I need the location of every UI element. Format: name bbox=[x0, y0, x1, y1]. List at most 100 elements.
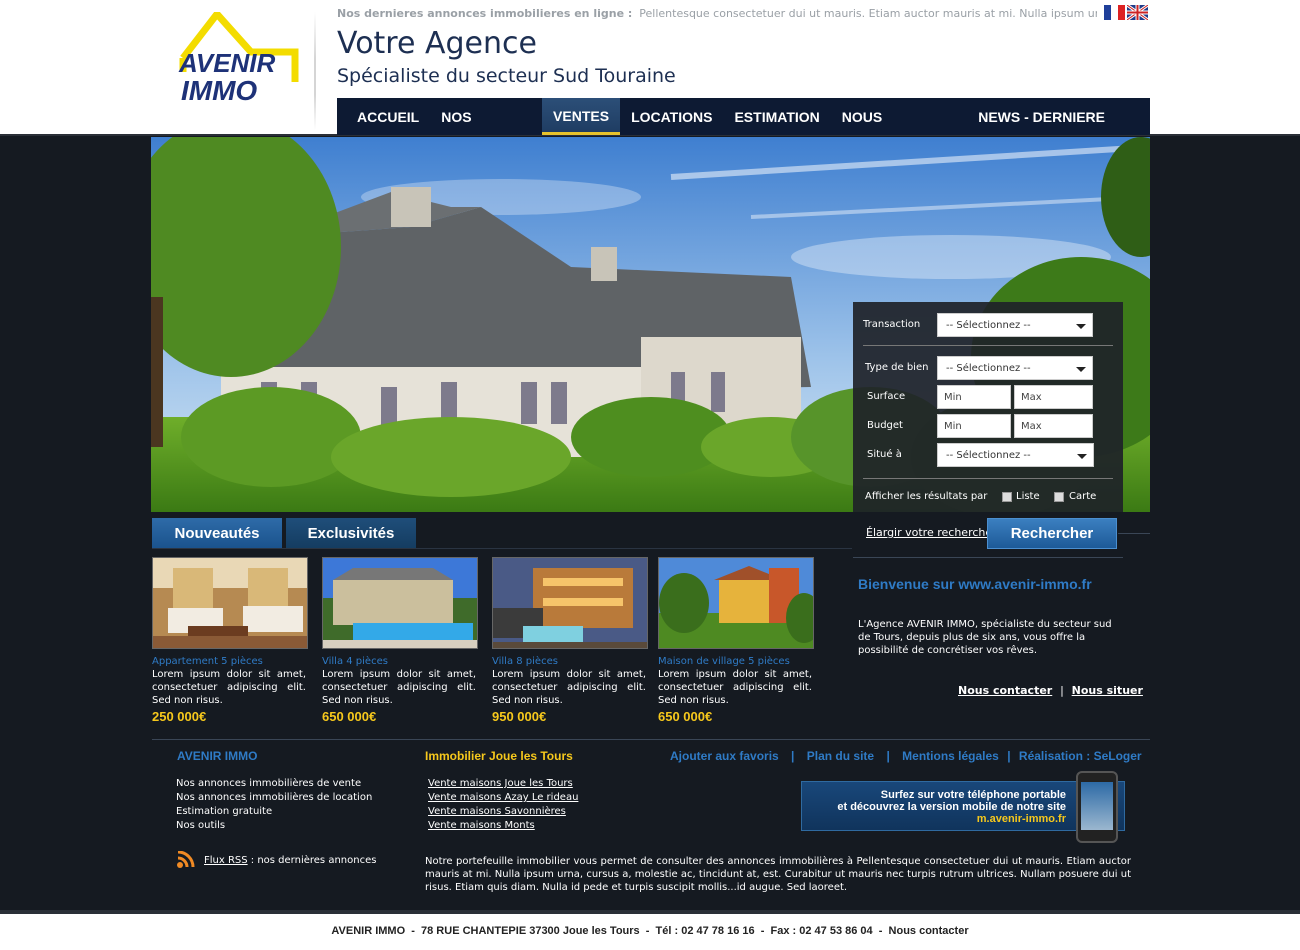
nav-nos-agences[interactable]: NOS AGENCES bbox=[430, 98, 542, 163]
listing-title[interactable]: Maison de village 5 pièces bbox=[658, 655, 818, 668]
property-type-select[interactable]: -- Sélectionnez -- bbox=[937, 356, 1093, 380]
footer-link[interactable]: Vente maisons Savonnières bbox=[428, 805, 578, 819]
chevron-down-icon bbox=[1077, 454, 1087, 459]
french-flag-icon[interactable] bbox=[1104, 5, 1125, 20]
link-separator: | bbox=[791, 749, 795, 763]
ticker-text[interactable]: Pellentesque consectetuer dui ut mauris.… bbox=[639, 7, 1097, 20]
list-checkbox[interactable] bbox=[1002, 492, 1012, 502]
nav-ventes[interactable]: VENTES bbox=[542, 98, 621, 135]
transaction-label: Transaction bbox=[863, 319, 921, 330]
mobile-phone-icon bbox=[1076, 771, 1118, 843]
mobile-banner-text: Surfez sur votre téléphone portable et d… bbox=[837, 789, 1066, 825]
sitemap-link[interactable]: Plan du site bbox=[807, 749, 874, 763]
listing-price: 650 000€ bbox=[322, 709, 377, 724]
footer-col1-list: Nos annonces immobilières de vente Nos a… bbox=[176, 777, 372, 833]
footer-link[interactable]: Nos annonces immobilières de vente bbox=[176, 777, 372, 791]
nav-accueil[interactable]: ACCUEIL bbox=[346, 98, 430, 135]
footer-link[interactable]: Vente maisons Azay Le rideau bbox=[428, 791, 578, 805]
link-separator: | bbox=[1060, 684, 1064, 697]
listing-title[interactable]: Villa 4 pièces bbox=[322, 655, 482, 668]
listing-description: Lorem ipsum dolor sit amet, consectetuer… bbox=[492, 669, 646, 706]
footer-link[interactable]: Nos outils bbox=[176, 819, 372, 833]
rss-description: : nos dernières annonces bbox=[247, 855, 377, 866]
language-switcher bbox=[1104, 3, 1150, 22]
list-option-label: Liste bbox=[1016, 491, 1040, 502]
footer-link[interactable]: Vente maisons Joue les Tours bbox=[428, 777, 578, 791]
search-divider bbox=[863, 478, 1113, 479]
footer-paragraph: Notre portefeuille immobilier vous perme… bbox=[425, 856, 1131, 893]
search-divider bbox=[863, 345, 1113, 346]
search-button[interactable]: Rechercher bbox=[987, 518, 1117, 549]
tab-exclusivites[interactable]: Exclusivités bbox=[286, 518, 416, 549]
tab-nouveautes[interactable]: Nouveautés bbox=[152, 518, 282, 549]
listing-card[interactable]: Villa 8 pièces Lorem ipsum dolor sit ame… bbox=[492, 557, 652, 724]
mobile-url[interactable]: m.avenir-immo.fr bbox=[837, 813, 1066, 825]
budget-min-input[interactable]: Min bbox=[937, 414, 1011, 438]
listing-price: 950 000€ bbox=[492, 709, 547, 724]
listing-price: 650 000€ bbox=[658, 709, 713, 724]
location-label: Situé à bbox=[867, 449, 902, 460]
listing-card[interactable]: Villa 4 pièces Lorem ipsum dolor sit ame… bbox=[322, 557, 482, 724]
contact-bar: AVENIR IMMO - 78 RUE CHANTEPIE 37300 Jou… bbox=[0, 914, 1300, 950]
ticker-label: Nos dernieres annonces immobilieres en l… bbox=[337, 7, 633, 20]
locate-link[interactable]: Nous situer bbox=[1072, 684, 1143, 697]
svg-text:IMMO: IMMO bbox=[181, 75, 257, 104]
rss-link[interactable]: Flux RSS bbox=[204, 855, 248, 866]
listing-card[interactable]: Appartement 5 pièces Lorem ipsum dolor s… bbox=[152, 557, 312, 724]
transaction-select[interactable]: -- Sélectionnez -- bbox=[937, 313, 1093, 337]
location-select[interactable]: -- Sélectionnez -- bbox=[937, 443, 1094, 467]
add-favorites-link[interactable]: Ajouter aux favoris bbox=[670, 749, 779, 763]
credits-link[interactable]: Réalisation : SeLoger bbox=[1019, 749, 1142, 763]
site-header: AVENIR IMMO Nos dernieres annonces immob… bbox=[0, 0, 1300, 163]
footer-col2-title: Immobilier Joue les Tours bbox=[425, 749, 573, 763]
property-search-panel: Transaction -- Sélectionnez -- Type de b… bbox=[853, 302, 1123, 512]
contact-link[interactable]: Nous contacter bbox=[958, 684, 1052, 697]
property-type-label: Type de bien bbox=[865, 362, 929, 373]
broaden-search-link[interactable]: Élargir votre recherche bbox=[866, 526, 992, 539]
footer-link[interactable]: Estimation gratuite bbox=[176, 805, 372, 819]
tabs-underline bbox=[152, 548, 852, 549]
surface-min-input[interactable]: Min bbox=[937, 385, 1011, 409]
footer-divider bbox=[152, 739, 1150, 740]
nav-news[interactable]: NEWS - DERNIERE MINUTE bbox=[967, 98, 1150, 163]
listing-card[interactable]: Maison de village 5 pièces Lorem ipsum d… bbox=[658, 557, 818, 724]
surface-max-input[interactable]: Max bbox=[1014, 385, 1093, 409]
footer-col2-list: Vente maisons Joue les Tours Vente maiso… bbox=[428, 777, 578, 833]
listing-title[interactable]: Appartement 5 pièces bbox=[152, 655, 312, 668]
page-title: Votre Agence bbox=[337, 26, 537, 61]
nav-nous-contacter[interactable]: NOUS CONTACTER bbox=[831, 98, 967, 163]
listing-photo[interactable] bbox=[492, 557, 648, 649]
map-option-label: Carte bbox=[1069, 491, 1097, 502]
budget-max-input[interactable]: Max bbox=[1014, 414, 1093, 438]
avenir-immo-logo[interactable]: AVENIR IMMO bbox=[177, 8, 299, 106]
nav-estimation[interactable]: ESTIMATION bbox=[723, 98, 830, 135]
nav-locations[interactable]: LOCATIONS bbox=[620, 98, 723, 135]
link-separator: | bbox=[886, 749, 890, 763]
welcome-links: Nous contacter | Nous situer bbox=[958, 684, 1143, 697]
link-separator: | bbox=[1007, 749, 1011, 763]
footer-link[interactable]: Nos annonces immobilières de location bbox=[176, 791, 372, 805]
listing-photo[interactable] bbox=[322, 557, 478, 649]
page-subtitle: Spécialiste du secteur Sud Touraine bbox=[337, 65, 676, 87]
footer-col1-title: AVENIR IMMO bbox=[177, 749, 258, 763]
map-checkbox[interactable] bbox=[1054, 492, 1064, 502]
welcome-title: Bienvenue sur www.avenir-immo.fr bbox=[858, 576, 1092, 592]
footer-link[interactable]: Vente maisons Monts bbox=[428, 819, 578, 833]
listing-title[interactable]: Villa 8 pièces bbox=[492, 655, 652, 668]
news-ticker[interactable]: Nos dernieres annonces immobilieres en l… bbox=[337, 7, 1097, 20]
listing-photo[interactable] bbox=[152, 557, 308, 649]
listing-photo[interactable] bbox=[658, 557, 814, 649]
rss-feed: Flux RSS : nos dernières annonces bbox=[204, 855, 376, 866]
rss-icon[interactable] bbox=[176, 850, 198, 869]
divider bbox=[853, 557, 1123, 558]
chevron-down-icon bbox=[1076, 367, 1086, 372]
english-flag-icon[interactable] bbox=[1126, 3, 1149, 22]
footer-utility-links: Ajouter aux favoris | Plan du site | Men… bbox=[670, 749, 1142, 763]
mobile-line2: et découvrez la version mobile de notre … bbox=[837, 801, 1066, 813]
mobile-line1: Surfez sur votre téléphone portable bbox=[880, 789, 1066, 801]
surface-label: Surface bbox=[867, 391, 906, 402]
svg-text:AVENIR: AVENIR bbox=[178, 48, 276, 78]
transaction-select-value: -- Sélectionnez -- bbox=[946, 320, 1031, 331]
legal-link[interactable]: Mentions légales bbox=[902, 749, 999, 763]
listing-price: 250 000€ bbox=[152, 709, 207, 724]
